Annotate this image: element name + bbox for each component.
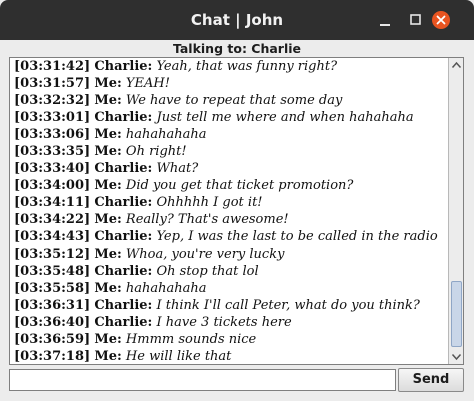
message-row: [03:34:43] Charlie: Yep, I was the last …: [14, 228, 446, 245]
vertical-scrollbar[interactable]: [448, 58, 464, 364]
message-row: [03:34:11] Charlie: Ohhhhh I got it!: [14, 194, 446, 211]
message-text: Oh stop that lol: [156, 263, 259, 279]
message-text: Oh right!: [125, 144, 187, 160]
message-sender: Charlie:: [94, 110, 153, 126]
message-sender: Me:: [94, 93, 122, 109]
message-text: Yep, I was the last to be called in the …: [156, 229, 438, 245]
message-row: [03:35:58] Me: hahahahaha: [14, 280, 446, 297]
message-timestamp: [03:36:40]: [14, 314, 91, 330]
message-text: Yeah, that was funny right?: [156, 59, 338, 74]
minimize-button[interactable]: [372, 0, 400, 40]
message-text: hahahahaha: [125, 280, 207, 296]
minimize-icon: [380, 24, 390, 26]
title-bar[interactable]: Chat | John: [0, 0, 474, 40]
message-text: Did you get that ticket promotion?: [125, 178, 354, 194]
maximize-button[interactable]: [402, 0, 430, 40]
message-timestamp: [03:34:11]: [14, 195, 91, 211]
message-text: Hmmm sounds nice: [125, 331, 257, 347]
message-text: I have 3 tickets here: [156, 314, 292, 330]
message-sender: Me:: [94, 144, 122, 160]
message-text: Ohhhhh I got it!: [156, 195, 263, 211]
message-row: [03:37:18] Me: He will like that: [14, 348, 446, 364]
message-text: Really? That's awesome!: [125, 212, 289, 228]
message-row: [03:36:31] Charlie: I think I'll call Pe…: [14, 297, 446, 314]
message-row: [03:35:48] Charlie: Oh stop that lol: [14, 263, 446, 280]
close-button[interactable]: [432, 11, 450, 29]
message-row: [03:31:42] Charlie: Yeah, that was funny…: [14, 58, 446, 75]
message-row: [03:31:57] Me: YEAH!: [14, 75, 446, 92]
message-row: [03:33:06] Me: hahahahaha: [14, 126, 446, 143]
message-sender: Me:: [94, 212, 122, 228]
message-text: I think I'll call Peter, what do you thi…: [156, 297, 420, 313]
message-timestamp: [03:37:18]: [14, 348, 91, 364]
message-row: [03:32:32] Me: We have to repeat that so…: [14, 92, 446, 109]
message-text: Just tell me where and when hahahaha: [156, 110, 414, 126]
message-sender: Charlie:: [94, 229, 153, 245]
message-timestamp: [03:33:01]: [14, 110, 91, 126]
message-timestamp: [03:33:06]: [14, 127, 91, 143]
message-row: [03:34:22] Me: Really? That's awesome!: [14, 211, 446, 228]
message-sender: Charlie:: [94, 263, 153, 279]
message-sender: Charlie:: [94, 59, 153, 74]
message-input[interactable]: [9, 369, 396, 391]
scrollbar-thumb[interactable]: [451, 281, 462, 347]
message-list: [03:31:42] Charlie: Yeah, that was funny…: [14, 58, 446, 364]
message-timestamp: [03:33:40]: [14, 161, 91, 177]
talking-to-label: Talking to: Charlie: [172, 41, 302, 56]
message-timestamp: [03:35:12]: [14, 246, 91, 262]
message-sender: Me:: [94, 246, 122, 262]
message-timestamp: [03:34:22]: [14, 212, 91, 228]
close-icon: [436, 15, 446, 25]
maximize-icon: [410, 14, 421, 25]
scroll-up-arrow-icon[interactable]: [449, 58, 464, 73]
message-sender: Me:: [94, 331, 122, 347]
message-sender: Charlie:: [94, 297, 153, 313]
message-timestamp: [03:34:00]: [14, 178, 91, 194]
message-sender: Charlie:: [94, 195, 153, 211]
message-sender: Charlie:: [94, 314, 153, 330]
message-row: [03:36:59] Me: Hmmm sounds nice: [14, 331, 446, 348]
message-sender: Me:: [94, 178, 122, 194]
message-sender: Me:: [94, 280, 122, 296]
message-sender: Me:: [94, 348, 122, 364]
message-row: [03:35:12] Me: Whoa, you're very lucky: [14, 246, 446, 263]
message-sender: Me:: [94, 76, 122, 92]
message-timestamp: [03:35:48]: [14, 263, 91, 279]
message-timestamp: [03:35:58]: [14, 280, 91, 296]
message-text: What?: [156, 161, 199, 177]
message-row: [03:33:40] Charlie: What?: [14, 160, 446, 177]
message-timestamp: [03:32:32]: [14, 93, 91, 109]
message-timestamp: [03:34:43]: [14, 229, 91, 245]
message-row: [03:36:40] Charlie: I have 3 tickets her…: [14, 314, 446, 331]
message-text: We have to repeat that some day: [125, 93, 343, 109]
message-timestamp: [03:36:31]: [14, 297, 91, 313]
message-timestamp: [03:31:57]: [14, 76, 91, 92]
send-button[interactable]: Send: [398, 368, 464, 392]
message-text: Whoa, you're very lucky: [125, 246, 285, 262]
message-text: He will like that: [125, 348, 232, 364]
chat-window: Chat | John Talking to: Charlie [03:31:4…: [0, 0, 474, 401]
message-row: [03:34:00] Me: Did you get that ticket p…: [14, 177, 446, 194]
message-sender: Me:: [94, 127, 122, 143]
message-sender: Charlie:: [94, 161, 153, 177]
message-row: [03:33:35] Me: Oh right!: [14, 143, 446, 160]
chat-history[interactable]: [03:31:42] Charlie: Yeah, that was funny…: [9, 57, 464, 365]
message-timestamp: [03:33:35]: [14, 144, 91, 160]
scroll-down-arrow-icon[interactable]: [449, 349, 464, 364]
message-timestamp: [03:31:42]: [14, 59, 91, 74]
message-text: YEAH!: [125, 76, 170, 92]
message-timestamp: [03:36:59]: [14, 331, 91, 347]
message-row: [03:33:01] Charlie: Just tell me where a…: [14, 109, 446, 126]
message-text: hahahahaha: [125, 127, 207, 143]
